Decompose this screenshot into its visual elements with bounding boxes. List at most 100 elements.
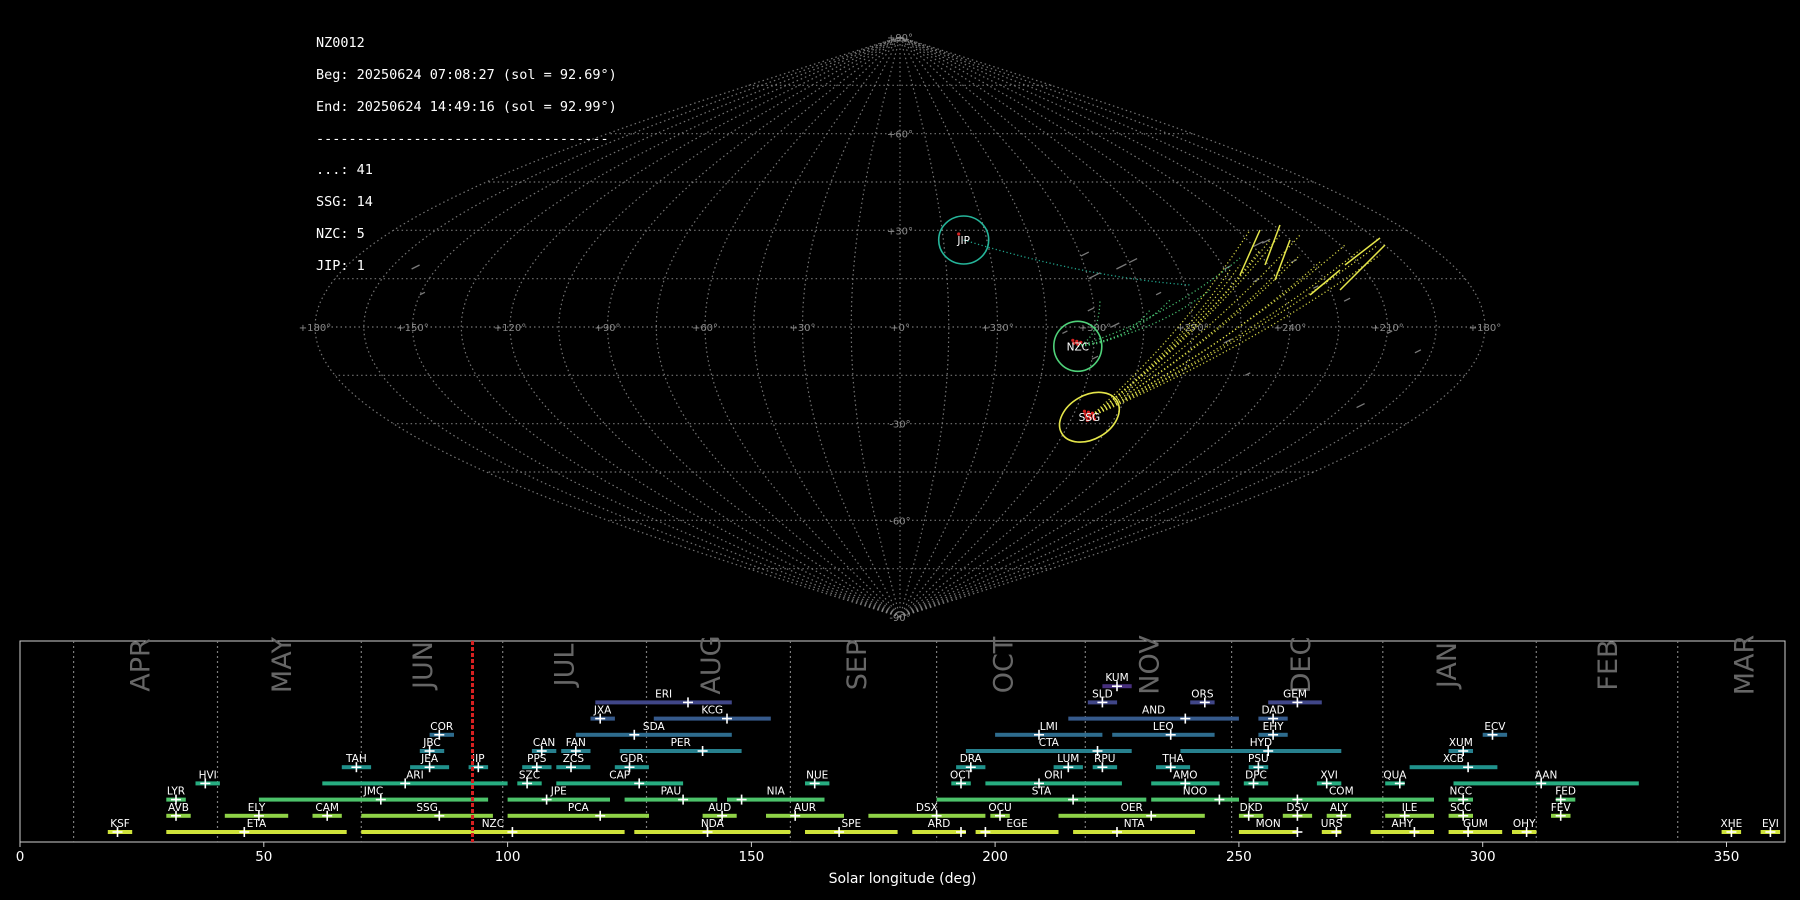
shower-bar (1448, 830, 1503, 834)
shower-code-label: FEV (1551, 802, 1572, 814)
month-label: JUN (408, 641, 439, 691)
shower-code-label: SLD (1092, 688, 1113, 700)
shower-meteor (1309, 269, 1341, 296)
shower-code-label: ILE (1402, 802, 1418, 814)
sporadic-meteor (1087, 307, 1095, 312)
shower-code-label: GDR (620, 753, 644, 765)
sky-lon-tick-label: +120° (494, 323, 526, 334)
shower-trail (1089, 244, 1379, 418)
shower-code-label: PSU (1248, 753, 1269, 765)
shower-code-label: ETA (247, 818, 267, 830)
sky-lat-tick-label: +30° (887, 226, 913, 237)
shower-trail (1089, 254, 1301, 418)
shower-code-label: GEM (1283, 688, 1307, 700)
shower-code-label: COR (430, 721, 453, 733)
shower-code-label: ALY (1330, 802, 1349, 814)
sporadic-meteor (1116, 263, 1127, 270)
shower-code-label: SDA (643, 721, 666, 733)
sporadic-meteor (1223, 338, 1233, 344)
x-tick-label: 50 (255, 849, 272, 865)
shower-code-label: AUD (708, 802, 731, 814)
shower-code-label: DKD (1240, 802, 1263, 814)
shower-code-label: ORS (1191, 688, 1214, 700)
radiant-label: SSG (1079, 412, 1100, 424)
month-label: NOV (1135, 635, 1166, 695)
shower-bar (936, 797, 1147, 802)
shower-code-label: CAP (609, 769, 630, 781)
shower-bar (624, 797, 718, 802)
shower-code-label: LUM (1057, 753, 1079, 765)
shower-trail (1089, 254, 1381, 418)
sky-lon-tick-label: +60° (692, 323, 718, 334)
shower-trail (1089, 249, 1361, 418)
month-label: JUL (550, 644, 581, 689)
shower-code-label: COM (1329, 786, 1354, 798)
shower-code-label: XHE (1721, 818, 1743, 830)
x-tick-label: 250 (1226, 849, 1252, 865)
shower-bar (507, 813, 649, 818)
shower-code-label: XVI (1320, 769, 1337, 781)
shower-code-label: ORI (1044, 769, 1063, 781)
sky-lat-tick-label: -30° (889, 420, 910, 431)
shower-code-label: PPS (527, 753, 547, 765)
shower-code-label: ARD (928, 818, 951, 830)
shower-code-label: STA (1032, 786, 1052, 798)
shower-bar (575, 732, 732, 737)
shower-code-label: KSF (110, 818, 130, 830)
shower-bar (805, 830, 898, 834)
shower-code-label: ZCS (563, 753, 585, 765)
shower-trail (1077, 289, 1211, 347)
shower-code-label: HVI (199, 769, 217, 781)
shower-meteor (1344, 237, 1381, 266)
shower-code-label: XCB (1443, 753, 1464, 765)
shower-trail (1088, 229, 1251, 418)
shower-code-label: LEO (1153, 721, 1174, 733)
month-label: FEB (1593, 639, 1624, 690)
x-tick-label: 350 (1714, 849, 1740, 865)
sporadic-meteor (1128, 258, 1138, 264)
shower-bar (258, 797, 489, 802)
sporadic-meteor (1290, 259, 1298, 264)
shower-bar (766, 813, 844, 818)
shower-code-label: NTA (1124, 818, 1145, 830)
sky-lon-tick-label: +330° (981, 323, 1013, 334)
x-tick-label: 100 (495, 849, 521, 865)
shower-bar (1370, 830, 1434, 834)
shower-code-label: URS (1321, 818, 1343, 830)
shower-code-label: EGE (1006, 818, 1027, 830)
month-label: DEC (1286, 637, 1317, 694)
shower-code-label: LYR (167, 786, 185, 798)
shower-code-label: AUR (794, 802, 816, 814)
shower-meteor (1239, 229, 1261, 276)
shower-code-label: HYD (1250, 737, 1272, 749)
month-label: SEP (842, 640, 873, 690)
x-tick-label: 200 (982, 849, 1008, 865)
shower-code-label: TAH (345, 753, 367, 765)
sky-lon-tick-label: +30° (789, 323, 815, 334)
shower-code-label: XUM (1449, 737, 1473, 749)
shower-code-label: CAN (533, 737, 555, 749)
shower-code-label: OCU (988, 802, 1011, 814)
shower-code-label: OHY (1513, 818, 1536, 830)
shower-code-label: GUM (1463, 818, 1488, 830)
shower-code-label: OER (1121, 802, 1143, 814)
sky-lon-tick-label: +150° (396, 323, 428, 334)
chart-stage: +180° +150° +120° +90° +60° +30° +0° +330° +300°… (16, 33, 1786, 887)
shower-bar (1238, 830, 1298, 834)
shower-code-label: JPE (550, 786, 567, 798)
shower-code-label: JBC (422, 737, 440, 749)
shower-code-label: DRA (960, 753, 983, 765)
shower-code-label: AHY (1392, 818, 1414, 830)
shower-code-label: NOO (1183, 786, 1207, 798)
month-label: MAR (1730, 635, 1761, 696)
sky-lon-tick-label: +240° (1274, 323, 1306, 334)
sporadic-meteor (1080, 251, 1090, 257)
shower-code-label: SSG (416, 802, 437, 814)
shower-code-label: SPE (841, 818, 861, 830)
shower-code-label: FAN (566, 737, 586, 749)
radiant-label: NZC (1067, 341, 1089, 353)
shower-code-label: EVI (1762, 818, 1779, 830)
shower-code-label: PAU (661, 786, 682, 798)
sky-lat-tick-label: +60° (887, 130, 913, 141)
shower-code-label: QUA (1383, 769, 1407, 781)
